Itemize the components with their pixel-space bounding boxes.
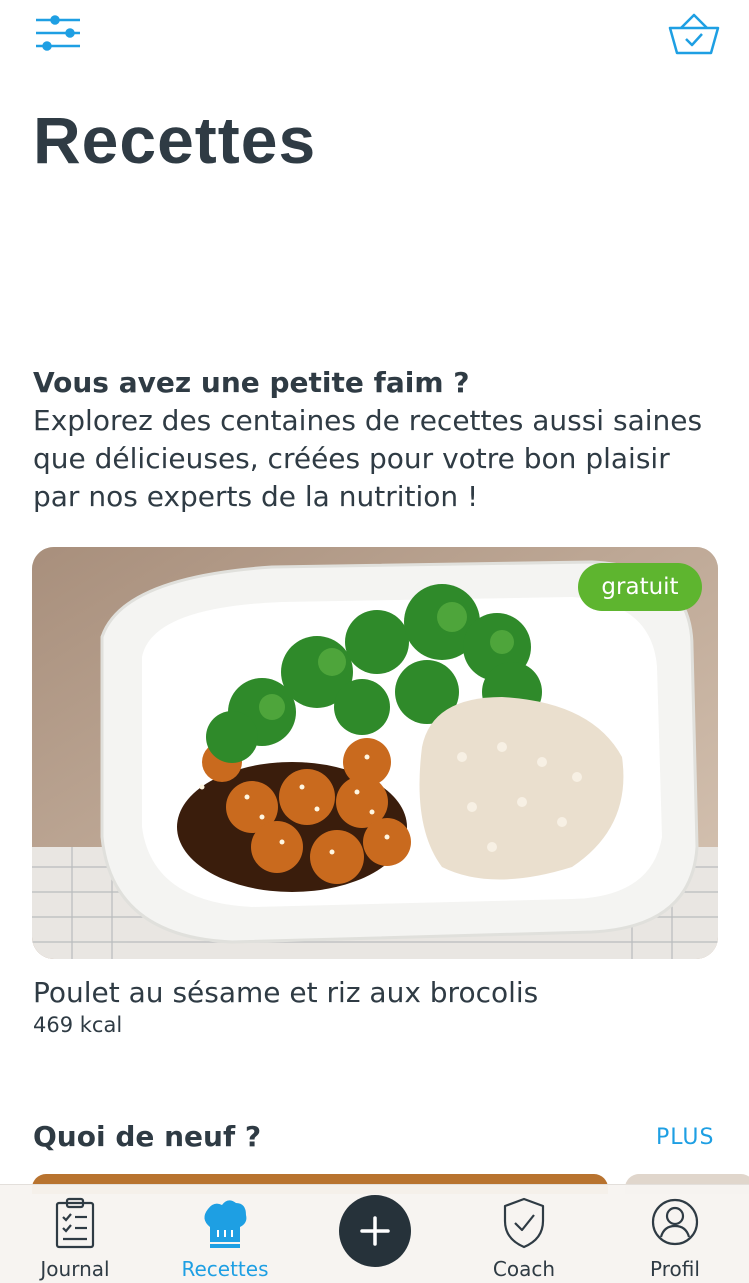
tab-label: Profil [650,1257,700,1281]
add-button[interactable] [339,1195,411,1267]
free-badge: gratuit [578,563,702,611]
tab-profil[interactable]: Profil [605,1185,745,1283]
chef-hat-icon [204,1200,247,1248]
tab-recettes[interactable]: Recettes [155,1185,295,1283]
user-circle-icon [651,1198,699,1246]
tab-journal[interactable]: Journal [5,1185,145,1283]
tab-label: Recettes [181,1257,269,1281]
news-heading: Quoi de neuf ? [33,1120,262,1153]
tab-label: Coach [492,1257,556,1281]
filter-button[interactable] [28,10,88,56]
recipe-calories: 469 kcal [33,1013,123,1037]
intro-heading: Vous avez une petite faim ? [33,366,470,399]
more-link[interactable]: PLUS [656,1125,715,1150]
sliders-icon [36,15,80,51]
tab-coach[interactable]: Coach [454,1185,594,1283]
basket-check-icon [668,13,720,55]
intro-text: Vous avez une petite faim ? Explorez des… [33,364,723,516]
page-title: Recettes [33,103,317,177]
clipboard-check-icon [55,1197,95,1249]
recipe-title[interactable]: Poulet au sésame et riz aux brocolis [33,976,538,1009]
tab-label: Journal [40,1257,110,1281]
shield-check-icon [503,1197,545,1249]
plus-icon [360,1216,390,1246]
basket-button[interactable] [664,10,724,58]
intro-body: Explorez des centaines de recettes aussi… [33,404,703,513]
